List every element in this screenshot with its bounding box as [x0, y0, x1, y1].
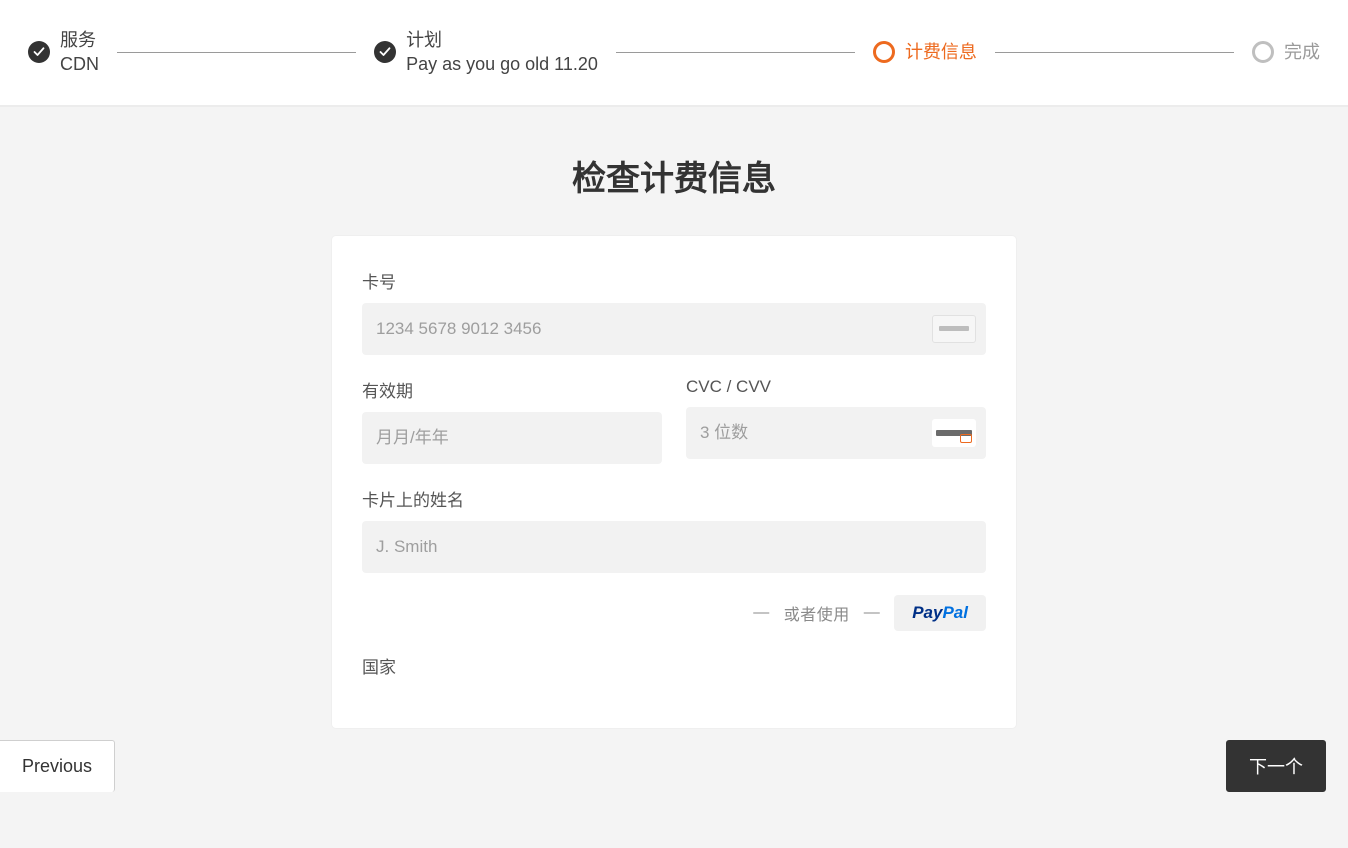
stepper: 服务 CDN 计划 Pay as you go old 11.20 计费信息 完…	[0, 0, 1348, 106]
step-title: 完成	[1284, 40, 1320, 64]
cvc-card-icon	[932, 419, 976, 447]
name-on-card-label: 卡片上的姓名	[362, 486, 986, 511]
checkmark-icon	[374, 41, 396, 63]
field-expiry: 有效期	[362, 377, 662, 464]
circle-pending-icon	[1252, 41, 1274, 63]
card-number-input[interactable]	[362, 303, 986, 355]
step-title: 计费信息	[905, 40, 977, 64]
billing-form-card: 卡号 有效期 CVC / CVV	[332, 236, 1016, 728]
expiry-label: 有效期	[362, 377, 662, 402]
paypal-button[interactable]: PayPal	[894, 595, 986, 631]
previous-button[interactable]: Previous	[0, 740, 115, 792]
card-number-label: 卡号	[362, 268, 986, 293]
step-subtitle: CDN	[60, 52, 99, 76]
step-title: 计划	[406, 28, 598, 52]
step-billing: 计费信息	[873, 40, 977, 64]
step-service: 服务 CDN	[28, 28, 99, 77]
field-card-number: 卡号	[362, 268, 986, 355]
field-name-on-card: 卡片上的姓名	[362, 486, 986, 573]
step-finish: 完成	[1252, 40, 1320, 64]
cvc-label: CVC / CVV	[686, 377, 986, 397]
step-connector	[995, 52, 1234, 53]
field-cvc: CVC / CVV	[686, 377, 986, 464]
field-country: 国家	[362, 653, 986, 678]
name-on-card-input[interactable]	[362, 521, 986, 573]
paypal-logo-pal: Pal	[942, 603, 968, 623]
step-connector	[616, 52, 855, 53]
step-plan: 计划 Pay as you go old 11.20	[374, 28, 598, 77]
step-title: 服务	[60, 28, 99, 52]
circle-current-icon	[873, 41, 895, 63]
step-connector	[117, 52, 356, 53]
or-use-text: 或者使用	[784, 601, 850, 625]
paypal-logo-pay: Pay	[912, 603, 942, 623]
credit-card-icon	[932, 315, 976, 343]
or-dash-right: —	[864, 604, 881, 622]
country-label: 国家	[362, 653, 986, 678]
checkmark-icon	[28, 41, 50, 63]
or-dash-left: —	[753, 604, 770, 622]
expiry-input[interactable]	[362, 412, 662, 464]
main-area: 检查计费信息 卡号 有效期 CVC / CVV	[0, 106, 1348, 848]
page-title: 检查计费信息	[0, 151, 1348, 200]
step-subtitle: Pay as you go old 11.20	[406, 52, 598, 76]
or-use-row: — 或者使用 — PayPal	[362, 595, 986, 631]
next-button[interactable]: 下一个	[1226, 740, 1326, 792]
